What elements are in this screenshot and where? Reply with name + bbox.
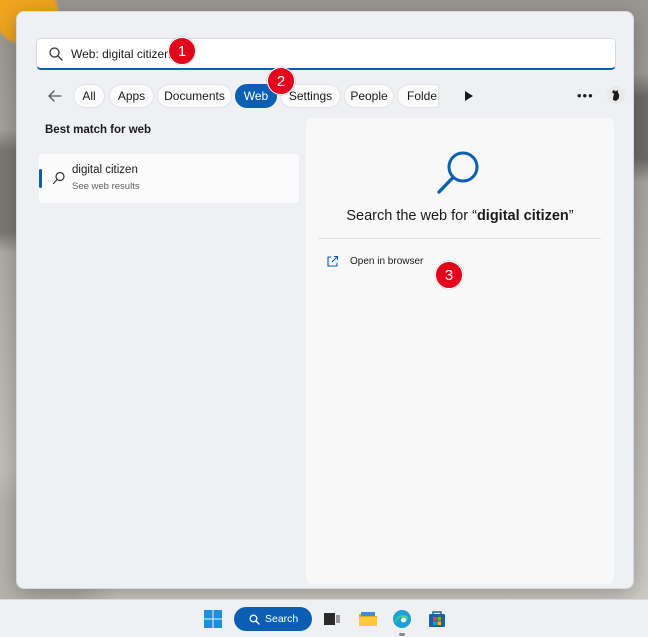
best-match-result[interactable]: digital citizen See web results: [39, 154, 299, 203]
account-avatar-icon[interactable]: [607, 86, 625, 104]
annotation-badge-2: 2: [267, 67, 295, 95]
edge-browser-icon[interactable]: [392, 609, 412, 629]
filter-chip-all[interactable]: All: [73, 84, 105, 108]
best-match-heading: Best match for web: [45, 124, 152, 136]
open-external-icon: [327, 255, 339, 267]
annotation-badge-3: 3: [435, 261, 463, 289]
selection-indicator: [39, 169, 42, 188]
result-subtitle: See web results: [72, 181, 140, 192]
large-search-icon: [437, 151, 479, 194]
preview-search-term: digital citizen: [476, 208, 569, 224]
preview-pane: Search the web for “digital citizen” Ope…: [306, 118, 614, 584]
more-options-icon[interactable]: •••: [577, 88, 593, 104]
filter-chip-apps[interactable]: Apps: [109, 84, 154, 108]
annotation-badge-1: 1: [168, 37, 196, 65]
taskbar-search-label: Search: [265, 613, 299, 625]
web-search-icon: [52, 171, 65, 185]
preview-divider: [318, 238, 601, 239]
filter-chip-folders[interactable]: Folde: [397, 84, 439, 108]
task-view-icon[interactable]: [322, 609, 342, 629]
microsoft-store-icon[interactable]: [427, 609, 447, 629]
filter-chip-people[interactable]: People: [344, 84, 394, 108]
filter-chip-documents[interactable]: Documents: [157, 84, 232, 108]
search-input[interactable]: [71, 44, 591, 64]
start-search-panel: 1 All Apps Documents Web Settings People…: [16, 11, 634, 589]
taskbar-search-button[interactable]: Search: [234, 607, 312, 631]
back-arrow-icon[interactable]: [46, 87, 64, 105]
results-column: Best match for web digital citizen See w…: [39, 124, 299, 203]
scroll-right-icon[interactable]: [464, 90, 474, 102]
windows-start-icon[interactable]: [203, 609, 223, 629]
filter-bar: All Apps Documents Web Settings People F…: [36, 82, 625, 110]
open-in-browser-label: Open in browser: [350, 256, 424, 267]
search-box[interactable]: [36, 38, 616, 70]
taskbar: Search: [0, 599, 648, 637]
result-title: digital citizen: [72, 164, 138, 176]
search-icon: [49, 47, 63, 61]
file-explorer-icon[interactable]: [358, 609, 378, 629]
edge-running-indicator: [399, 633, 405, 636]
preview-heading: Search the web for “digital citizen”: [346, 208, 574, 224]
taskbar-search-icon: [249, 614, 260, 625]
